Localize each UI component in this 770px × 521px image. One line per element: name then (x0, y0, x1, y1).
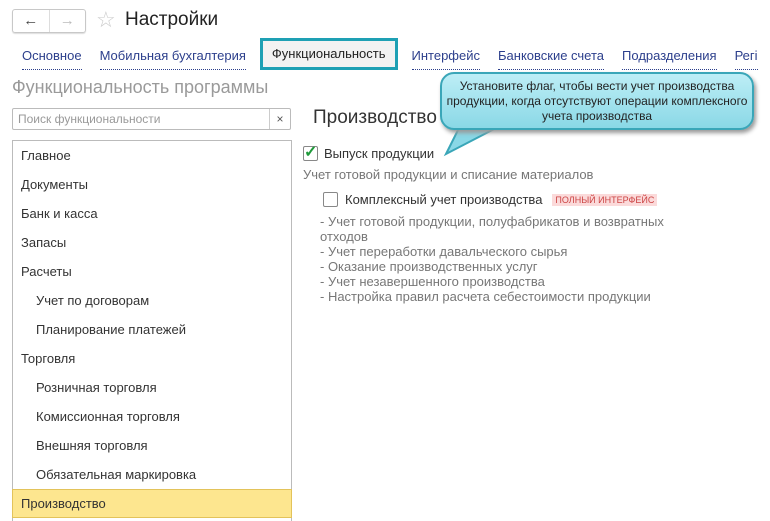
sidebar-item[interactable]: Производство (12, 489, 292, 518)
sidebar-item[interactable]: Розничная торговля (13, 373, 291, 402)
sidebar-item[interactable]: Документы (13, 170, 291, 199)
desc-line: - Учет незавершенного производства (320, 274, 545, 289)
nav-buttons: ← → (12, 9, 86, 33)
tab-interface[interactable]: Интерфейс (411, 48, 480, 70)
section-title: Производство (313, 107, 437, 128)
search-placeholder: Поиск функциональности (18, 112, 161, 126)
section-heading: Функциональность программы (12, 77, 269, 97)
desc-line: - Учет готовой продукции, полуфабрикатов… (320, 214, 664, 244)
sidebar-item[interactable]: Комиссионная торговля (13, 402, 291, 431)
desc-line: - Настройка правил расчета себестоимости… (320, 289, 651, 304)
option-complex-description: - Учет готовой продукции, полуфабрикатов… (320, 214, 710, 304)
checkbox-complex[interactable] (323, 192, 338, 207)
search-input[interactable]: Поиск функциональности × (12, 108, 291, 130)
sidebar-item[interactable]: Главное (13, 141, 291, 170)
checkbox-output[interactable]: ✓ (303, 144, 318, 161)
option-output-description: Учет готовой продукции и списание матери… (303, 167, 594, 182)
back-button[interactable]: ← (13, 10, 50, 32)
sidebar-item[interactable]: Внешняя торговля (13, 431, 291, 460)
desc-line: - Учет переработки давальческого сырья (320, 244, 568, 259)
option-output[interactable]: ✓ Выпуск продукции (303, 144, 435, 161)
desc-line: - Оказание производственных услуг (320, 259, 538, 274)
sidebar-item[interactable]: Планирование платежей (13, 315, 291, 344)
tab-bank-accounts[interactable]: Банковские счета (498, 48, 605, 70)
sidebar-item[interactable]: Расчеты (13, 257, 291, 286)
full-interface-badge: ПОЛНЫЙ ИНТЕРФЕЙС (552, 193, 658, 206)
sidebar-item[interactable]: Обязательная маркировка (13, 460, 291, 489)
sidebar-item[interactable]: Банк и касса (13, 199, 291, 228)
tab-registration[interactable]: Регі (734, 48, 758, 70)
option-output-label: Выпуск продукции (324, 146, 435, 161)
tab-bar: Основное Мобильная бухгалтерия Функциона… (22, 38, 770, 70)
page-title: Настройки (125, 9, 219, 30)
tab-main[interactable]: Основное (22, 48, 82, 70)
clear-search-button[interactable]: × (269, 109, 290, 129)
tab-functionality[interactable]: Функциональность (259, 38, 398, 70)
tab-mobile[interactable]: Мобильная бухгалтерия (99, 48, 246, 70)
favorite-star-icon[interactable]: ☆ (96, 7, 116, 33)
sidebar-item[interactable]: Учет по договорам (13, 286, 291, 315)
tab-divisions[interactable]: Подразделения (622, 48, 717, 70)
forward-button[interactable]: → (50, 10, 86, 32)
option-complex-label: Комплексный учет производства (345, 192, 543, 207)
checkmark-icon: ✓ (304, 144, 318, 161)
hint-callout: Установите флаг, чтобы вести учет произв… (440, 72, 754, 130)
option-complex[interactable]: Комплексный учет производства ПОЛНЫЙ ИНТ… (323, 192, 658, 207)
sidebar-item[interactable]: Запасы (13, 228, 291, 257)
sidebar-item[interactable]: Торговля (13, 344, 291, 373)
sections-list: Главное Документы Банк и касса Запасы Расчет… (12, 140, 292, 521)
